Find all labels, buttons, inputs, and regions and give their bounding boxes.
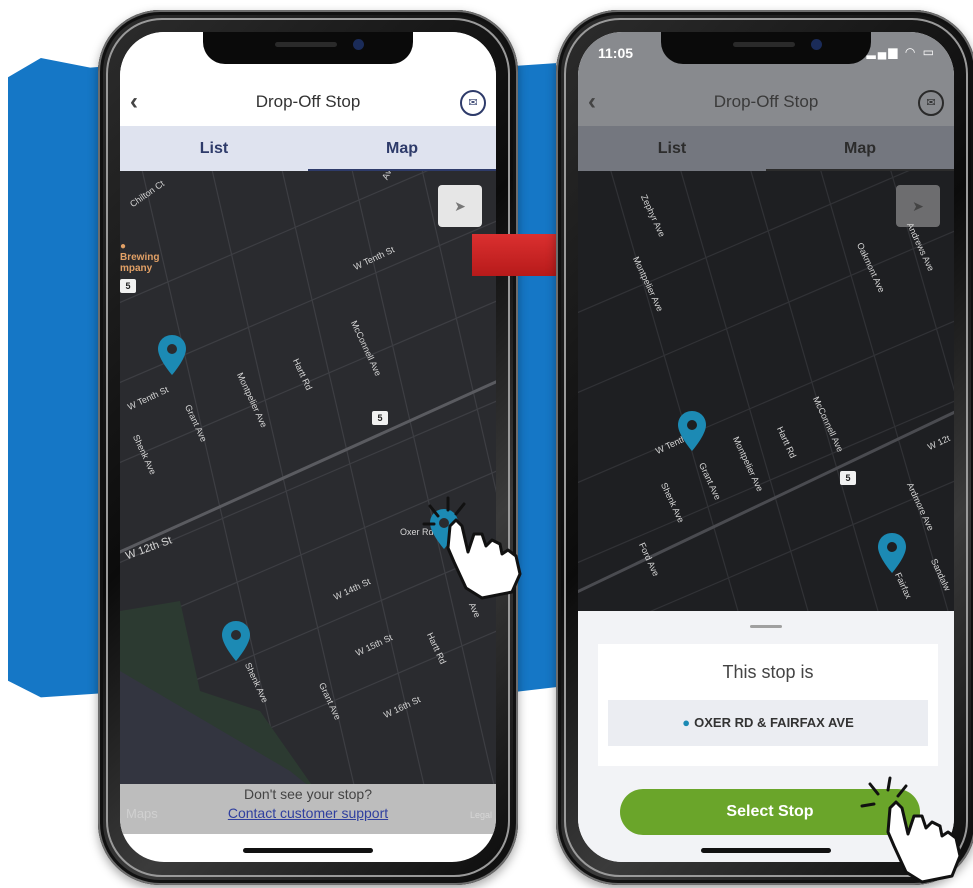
stop-card: This stop is ● OXER RD & FAIRFAX AVE <box>598 644 938 766</box>
mail-icon[interactable]: ✉ <box>460 90 486 116</box>
tap-hand-icon <box>422 496 522 600</box>
phone-frame-right: 11:05 ▂▄▆ ◠ ▭ ‹ Drop-Off Stop ✉ List Map <box>556 10 973 885</box>
poi-label: ● Brewing mpany <box>120 241 159 274</box>
signal-icon: ▂▄▆ <box>866 45 900 59</box>
missing-stop-question: Don't see your stop? <box>244 786 372 802</box>
map-pin-icon: ● <box>682 715 691 730</box>
phone-notch <box>661 32 871 64</box>
home-indicator[interactable] <box>701 848 831 853</box>
map-view[interactable]: ➤ 5 Zephyr Ave Montpelier Ave Oakmont Av… <box>578 171 954 611</box>
stop-address: ● OXER RD & FAIRFAX AVE <box>608 700 928 746</box>
poi-name-1: Brewing <box>120 252 160 263</box>
map-pin-icon[interactable] <box>222 621 250 661</box>
front-camera <box>811 39 822 50</box>
speaker-grille <box>275 42 337 47</box>
route-shield: 5 <box>840 471 856 485</box>
phone-screen-left: 11:04 ▂▄▆ ◠ ▭ ‹ Drop-Off Stop ✉ List Map <box>120 32 496 862</box>
tab-list[interactable]: List <box>578 126 766 171</box>
phone-frame-left: 11:04 ▂▄▆ ◠ ▭ ‹ Drop-Off Stop ✉ List Map <box>98 10 518 885</box>
tab-map[interactable]: Map <box>766 126 954 171</box>
tab-bar: List Map <box>120 126 496 171</box>
navigation-bar: ‹ Drop-Off Stop ✉ <box>578 80 954 126</box>
route-shield: 5 <box>120 279 136 293</box>
poi-name-2: mpany <box>120 263 153 274</box>
status-icons: ▂▄▆ ◠ ▭ <box>867 45 936 59</box>
stop-lead-text: This stop is <box>722 662 814 682</box>
sheet-drag-handle[interactable] <box>750 625 782 628</box>
phone-notch <box>203 32 413 64</box>
mail-icon[interactable]: ✉ <box>918 90 944 116</box>
tap-hand-icon <box>860 776 962 884</box>
page-title: Drop-Off Stop <box>713 92 819 111</box>
home-indicator[interactable] <box>243 848 373 853</box>
map-street-grid <box>120 171 496 811</box>
battery-icon: ▭ <box>922 45 936 59</box>
map-pin-icon[interactable] <box>158 335 186 375</box>
battery-icon: ▭ <box>464 45 478 59</box>
maps-logo: Maps <box>126 806 158 821</box>
status-time: 11:04 <box>140 45 176 61</box>
tab-map[interactable]: Map <box>308 126 496 171</box>
navigation-bar: ‹ Drop-Off Stop ✉ <box>120 80 496 126</box>
wifi-icon: ◠ <box>904 45 918 59</box>
tab-list[interactable]: List <box>120 126 308 171</box>
tab-bar: List Map <box>578 126 954 171</box>
front-camera <box>353 39 364 50</box>
page-title: Drop-Off Stop <box>255 92 361 111</box>
map-pin-icon[interactable] <box>878 533 906 573</box>
contact-support-link[interactable]: Contact customer support <box>120 805 496 821</box>
phone-screen-right: 11:05 ▂▄▆ ◠ ▭ ‹ Drop-Off Stop ✉ List Map <box>578 32 954 862</box>
status-time: 11:05 <box>598 45 634 61</box>
support-footer: Maps Don't see your stop? Contact custom… <box>120 784 496 834</box>
map-view[interactable]: ➤ ● Brewing mpany 5 5 Chilton Ct W Tenth… <box>120 171 496 811</box>
status-icons: ▂▄▆ ◠ ▭ <box>409 45 478 59</box>
legal-link[interactable]: Legal <box>470 810 492 820</box>
poi-icon: ● <box>120 241 127 252</box>
route-shield: 5 <box>372 411 388 425</box>
stop-address-text: OXER RD & FAIRFAX AVE <box>694 715 854 730</box>
wifi-icon: ◠ <box>446 45 460 59</box>
map-pin-icon[interactable] <box>678 411 706 451</box>
location-arrow-icon[interactable]: ➤ <box>896 185 940 227</box>
speaker-grille <box>733 42 795 47</box>
signal-icon: ▂▄▆ <box>408 45 442 59</box>
